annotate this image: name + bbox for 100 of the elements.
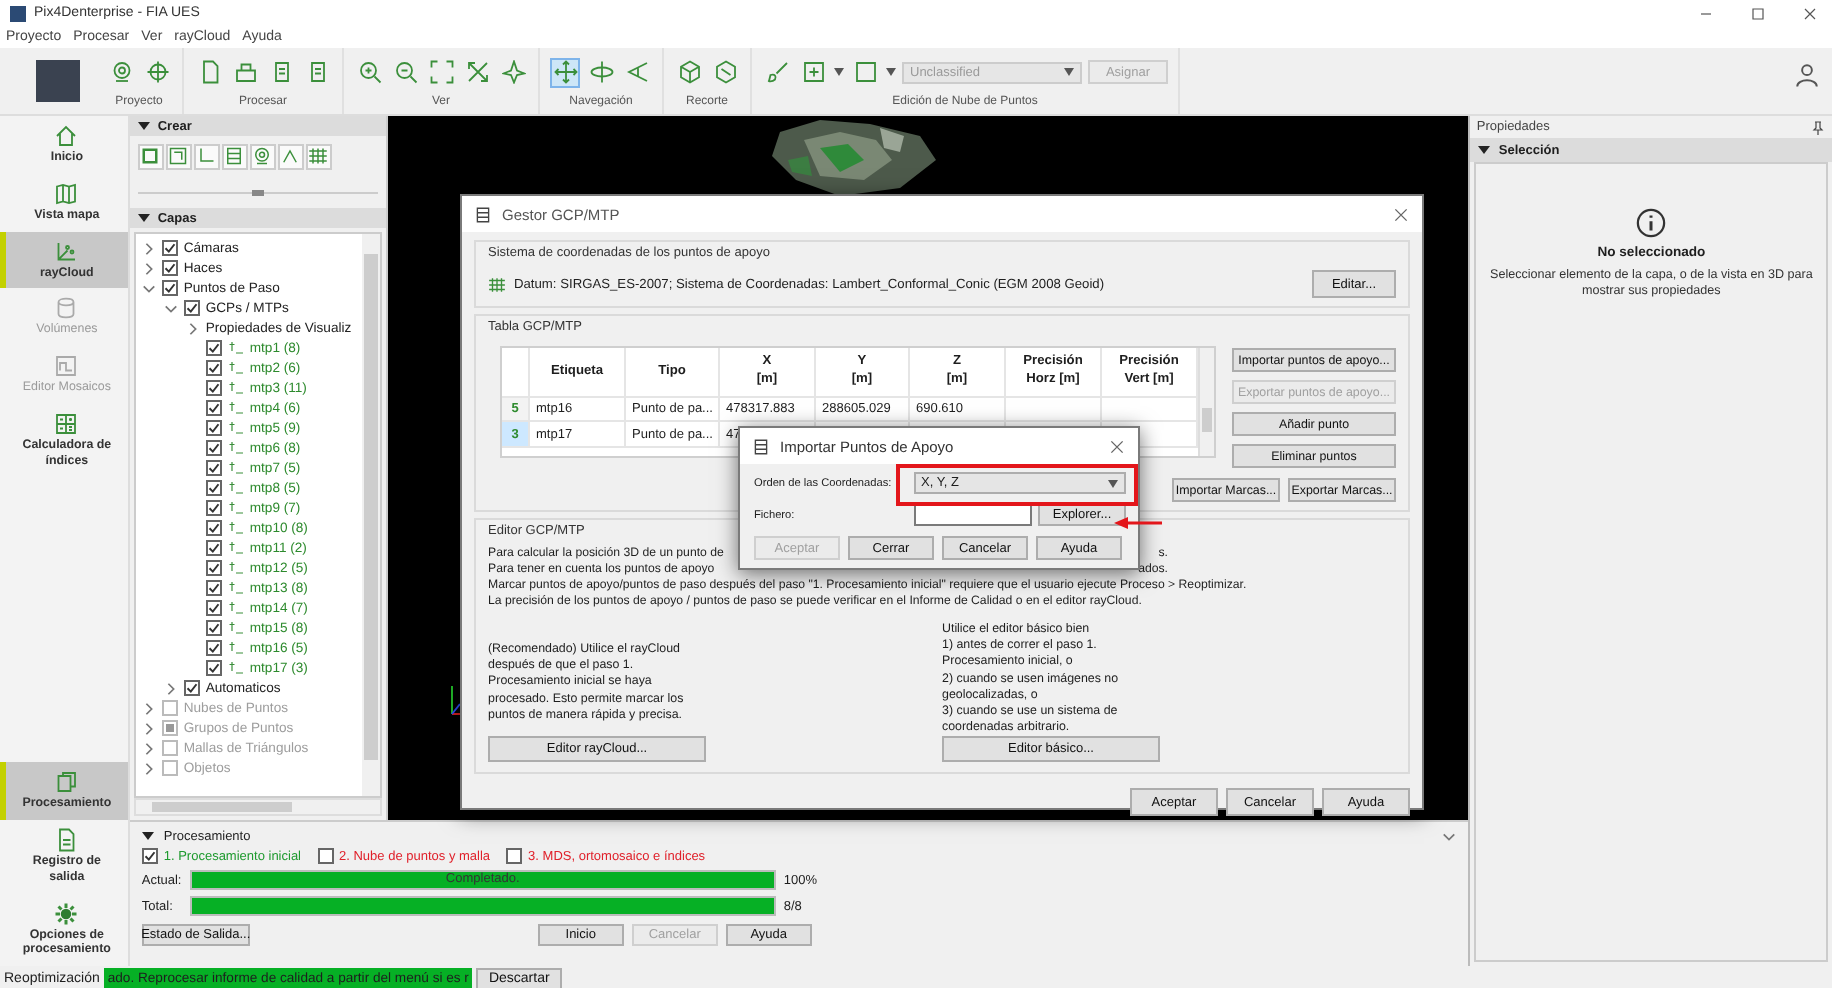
chevron-right-icon[interactable] xyxy=(185,321,200,335)
collapse-triangle-icon[interactable] xyxy=(137,212,150,224)
map-icon xyxy=(54,181,79,206)
layer-checkbox[interactable] xyxy=(205,420,222,436)
toolbar-button[interactable] xyxy=(354,57,384,87)
toolbar-button[interactable] xyxy=(622,57,652,87)
tray-icon xyxy=(233,60,257,84)
pin-icon xyxy=(1810,119,1826,135)
chevron-right-icon[interactable] xyxy=(141,241,156,255)
layer-checkbox[interactable] xyxy=(183,680,200,696)
zoom-out-icon xyxy=(393,60,417,84)
layer-checkbox[interactable] xyxy=(161,280,178,296)
annotation-arrow xyxy=(1114,516,1162,530)
toolbar-button[interactable] xyxy=(550,57,580,87)
layer-checkbox[interactable] xyxy=(205,580,222,596)
layer-checkbox[interactable] xyxy=(205,660,222,676)
layer-checkbox[interactable] xyxy=(205,560,222,576)
tool-button[interactable] xyxy=(277,143,304,169)
layer-checkbox[interactable] xyxy=(205,440,222,456)
caret-icon[interactable] xyxy=(834,68,844,76)
splitter-handle[interactable] xyxy=(251,189,264,195)
file-field[interactable] xyxy=(914,504,1032,526)
layer-checkbox[interactable] xyxy=(205,460,222,476)
toolbar-button[interactable] xyxy=(710,57,740,87)
point-marker-icon xyxy=(227,380,244,396)
select-box-icon xyxy=(140,146,161,166)
layer-checkbox[interactable] xyxy=(205,400,222,416)
vertical-scrollbar[interactable] xyxy=(361,234,380,796)
cylinder-icon xyxy=(224,146,245,166)
chevron-right-icon[interactable] xyxy=(163,681,178,695)
toolbar-button[interactable] xyxy=(426,57,456,87)
point-marker-icon xyxy=(227,480,244,496)
layer-checkbox[interactable] xyxy=(205,380,222,396)
point-marker-icon xyxy=(227,640,244,656)
frame-icon xyxy=(168,146,189,166)
chevron-down-icon[interactable] xyxy=(1442,829,1457,844)
fit-view-icon xyxy=(429,60,453,84)
chevron-right-icon[interactable] xyxy=(141,261,156,275)
vertical-scrollbar[interactable] xyxy=(1198,348,1214,456)
close-icon xyxy=(1392,205,1410,223)
layer-checkbox[interactable] xyxy=(205,360,222,376)
step-checkbox[interactable] xyxy=(141,848,158,865)
caret-icon[interactable] xyxy=(886,68,896,76)
layer-checkbox[interactable] xyxy=(205,520,222,536)
layer-checkbox[interactable] xyxy=(205,500,222,516)
collapse-triangle-icon[interactable] xyxy=(137,120,150,132)
info-icon xyxy=(1636,208,1667,238)
chevron-down-icon[interactable] xyxy=(141,281,156,295)
cube-icon xyxy=(677,60,701,84)
page-icon xyxy=(269,60,293,84)
layer-checkbox[interactable] xyxy=(205,620,222,636)
maximize-icon xyxy=(1750,5,1766,21)
layer-checkbox[interactable] xyxy=(183,300,200,316)
tool-button[interactable] xyxy=(165,143,192,169)
layer-checkbox[interactable] xyxy=(205,480,222,496)
cube-cut-icon xyxy=(713,60,737,84)
toolbar-button[interactable] xyxy=(498,57,528,87)
tool-button[interactable] xyxy=(193,143,220,169)
toolbar-button[interactable] xyxy=(586,57,616,87)
airplane-icon xyxy=(501,60,525,84)
gear-icon xyxy=(54,901,79,925)
empty-cell xyxy=(1006,398,1102,422)
toolbar-button[interactable] xyxy=(850,57,880,87)
toolbar-button[interactable] xyxy=(674,57,704,87)
layer-checkbox[interactable] xyxy=(205,600,222,616)
collapse-triangle-icon[interactable] xyxy=(1478,144,1491,156)
grid-icon xyxy=(488,275,506,293)
camera-icon xyxy=(252,146,273,166)
toolbar-button[interactable] xyxy=(798,57,828,87)
toolbar-button[interactable] xyxy=(462,57,492,87)
axes-icon xyxy=(196,146,217,166)
close-icon xyxy=(1802,5,1818,21)
layer-checkbox[interactable] xyxy=(161,260,178,276)
point-marker-icon xyxy=(227,560,244,576)
layer-checkbox[interactable] xyxy=(205,640,222,656)
layer-checkbox[interactable] xyxy=(205,340,222,356)
dialog-icon xyxy=(474,205,492,223)
tool-button[interactable] xyxy=(137,143,164,169)
caret-icon[interactable] xyxy=(1108,479,1118,487)
toolbar-button[interactable] xyxy=(390,57,420,87)
layer-checkbox[interactable] xyxy=(205,540,222,556)
step-checkbox[interactable] xyxy=(506,848,523,865)
cylinder-icon xyxy=(54,296,79,321)
arrows-in-icon xyxy=(465,60,489,84)
log-icon xyxy=(54,828,79,852)
point-marker-icon xyxy=(227,620,244,636)
tool-button[interactable] xyxy=(221,143,248,169)
collapse-triangle-icon[interactable] xyxy=(141,830,154,843)
fly-icon xyxy=(625,60,649,84)
tool-button[interactable] xyxy=(249,143,276,169)
chevron-down-icon[interactable] xyxy=(163,301,178,315)
layer-checkbox[interactable] xyxy=(161,240,178,256)
toolbar-button[interactable] xyxy=(142,57,172,87)
step-checkbox[interactable] xyxy=(317,848,334,865)
point-marker-icon xyxy=(227,500,244,516)
toolbar-button[interactable] xyxy=(762,57,792,87)
mosaic-icon xyxy=(54,354,79,378)
tool-button[interactable] xyxy=(305,143,332,169)
point-marker-icon xyxy=(227,340,244,356)
point-marker-icon xyxy=(227,420,244,436)
